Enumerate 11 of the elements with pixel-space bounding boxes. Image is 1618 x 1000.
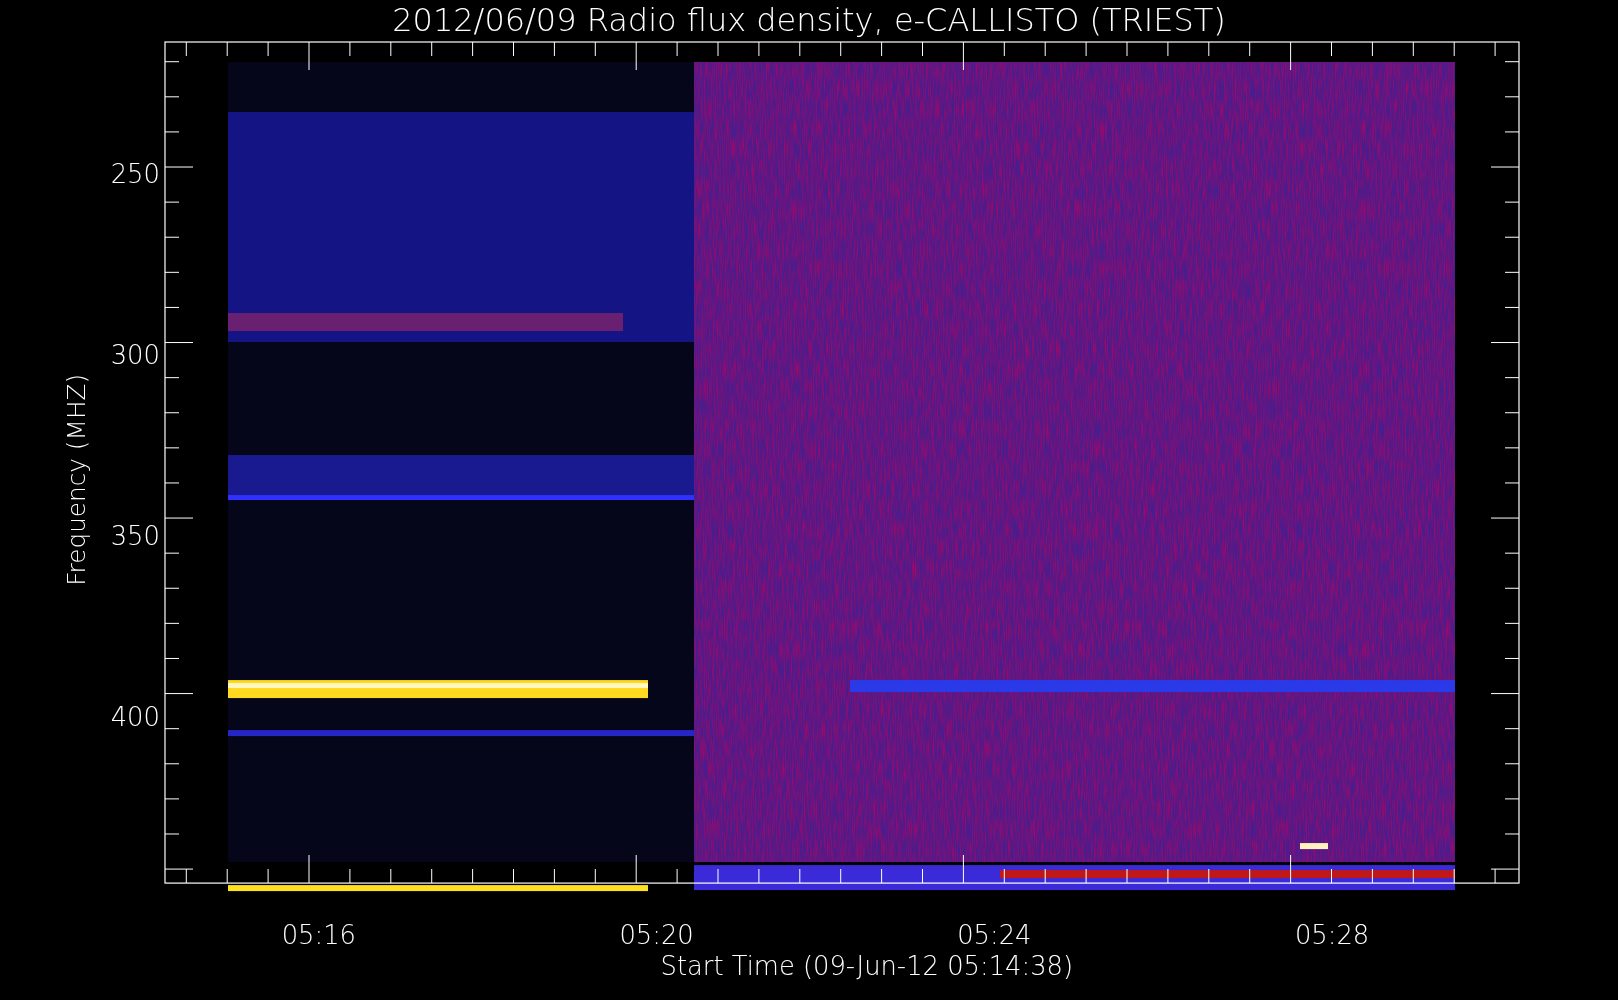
x-tick-label: 05:28 (1294, 920, 1370, 951)
y-tick-label: 250 (110, 158, 160, 189)
y-tick-label: 350 (110, 520, 160, 551)
x-tick-label: 05:16 (281, 920, 356, 951)
x-tick-label: 05:20 (619, 920, 694, 951)
x-axis-label: Start Time (09-Jun-12 05:14:38) (660, 951, 1074, 982)
y-axis-label: Frequency (MHZ) (61, 373, 91, 586)
y-tick-label: 300 (110, 339, 160, 370)
y-tick-label: 400 (110, 702, 160, 732)
chart-title: 2012/06/09 Radio flux density, e-CALLISTO (TRIEST) (392, 0, 1226, 39)
x-tick-label: 05:24 (957, 920, 1032, 951)
